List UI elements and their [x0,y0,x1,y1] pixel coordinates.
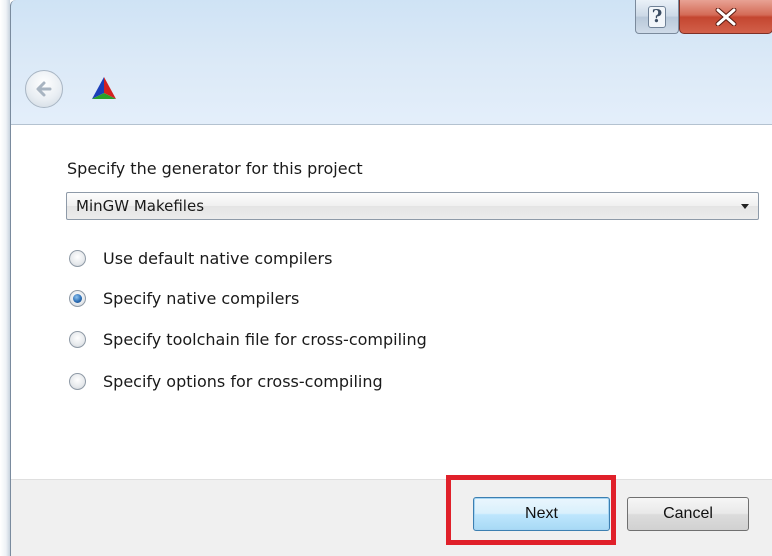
radio-cross-compile-options[interactable]: Specify options for cross-compiling [69,369,383,393]
radio-native-compilers[interactable]: Specify native compilers [69,286,299,310]
radio-toolchain-file[interactable]: Specify toolchain file for cross-compili… [69,327,427,351]
radio-button-selected[interactable] [69,289,86,307]
chevron-down-icon [741,204,749,209]
close-icon [715,7,737,26]
next-button[interactable]: Next [473,497,610,531]
desktop-background [0,0,10,556]
cancel-button[interactable]: Cancel [627,497,749,531]
radio-button[interactable] [69,372,86,390]
generator-selected-value: MinGW Makefiles [76,197,205,215]
radio-label: Specify options for cross-compiling [103,371,383,391]
help-icon: ? [648,5,666,28]
close-button[interactable] [679,0,772,34]
radio-label: Specify native compilers [103,288,300,308]
generator-prompt-label: Specify the generator for this project [67,159,363,178]
radio-button[interactable] [69,249,86,267]
back-arrow-icon [36,81,52,97]
radio-button[interactable] [69,330,86,348]
back-button[interactable] [25,70,63,108]
cmake-logo-icon [92,77,116,99]
radio-label: Use default native compilers [103,248,333,268]
help-button[interactable]: ? [635,0,679,34]
cmake-wizard-dialog: ? Specify the generator for this project… [10,0,772,556]
radio-default-compilers[interactable]: Use default native compilers [69,246,332,270]
radio-label: Specify toolchain file for cross-compili… [103,329,427,349]
dialog-footer: Next Cancel [11,479,772,556]
generator-dropdown[interactable]: MinGW Makefiles [66,192,759,220]
content-panel: Specify the generator for this project M… [11,124,772,479]
